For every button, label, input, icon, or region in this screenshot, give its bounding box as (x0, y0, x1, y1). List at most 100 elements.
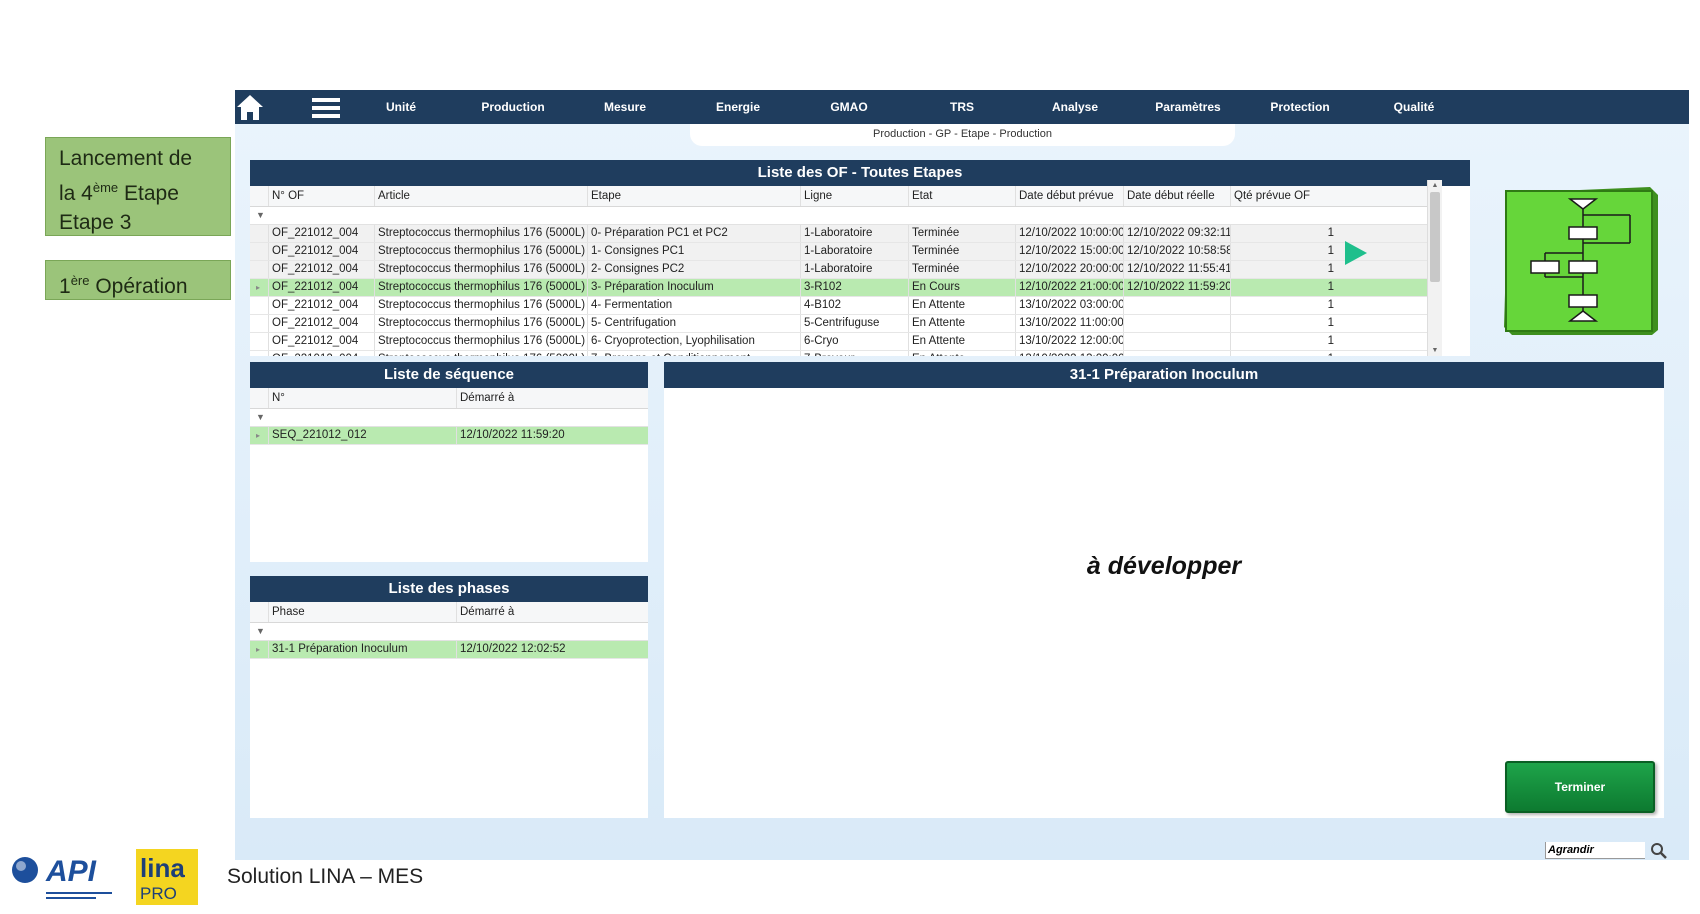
table-cell: 1- Consignes PC1 (587, 243, 800, 260)
table-cell: 3- Préparation Inoculum (587, 279, 800, 296)
nav-item-9[interactable]: Qualité (1394, 90, 1435, 124)
table-row[interactable]: ▸ SEQ_221012_012 12/10/2022 11:59:20 (250, 427, 648, 445)
table-row[interactable]: OF_221012_004Streptococcus thermophilus … (250, 315, 1440, 333)
phase-grid: Phase Démarré à ▼ ▸ 31-1 Préparation Inoculu… (250, 602, 648, 659)
table-cell: 1 (1230, 261, 1338, 278)
table-cell: 5-Centrifuguse (800, 315, 908, 332)
table-row[interactable]: ▸ OF_221012_004 Streptococcus thermophilus… (250, 279, 1440, 297)
seq_list-header-row: N° Démarré à (250, 388, 648, 409)
table-cell: OF_221012_004 (268, 297, 374, 314)
nav-item-2[interactable]: Mesure (604, 90, 646, 124)
column-header[interactable]: N° OF (268, 186, 374, 206)
table-cell: Streptococcus thermophilus 176 (5000L) .… (374, 315, 587, 332)
lina-logo-text: lina (140, 853, 185, 883)
column-header[interactable]: Etat (908, 186, 1015, 206)
table-cell: Streptococcus thermophilus 176 (5000L) .… (374, 243, 587, 260)
filter-icon[interactable]: ▼ (256, 412, 265, 422)
filter-icon[interactable]: ▼ (256, 210, 265, 220)
table-cell: Terminée (908, 225, 1015, 242)
table-cell: En Attente (908, 351, 1015, 356)
scroll-down-icon[interactable]: ▼ (1428, 345, 1442, 356)
scroll-thumb[interactable] (1430, 192, 1440, 282)
home-icon[interactable] (235, 92, 265, 122)
table-row[interactable]: OF_221012_004Streptococcus thermophilus … (250, 261, 1440, 279)
phase_list-header-row: Phase Démarré à (250, 602, 648, 623)
menu-icon[interactable] (312, 97, 340, 119)
table-cell: 12/10/2022 11:59:20 (456, 427, 648, 444)
sequence-list-title: Liste de séquence (250, 362, 648, 388)
phase-list-title: Liste des phases (250, 576, 648, 602)
table-cell: OF_221012_004 (268, 333, 374, 350)
table-cell (1123, 351, 1230, 356)
table-cell: 4- Fermentation (587, 297, 800, 314)
table-cell: 1-Laboratoire (800, 261, 908, 278)
table-cell: En Attente (908, 315, 1015, 332)
table-cell (1123, 315, 1230, 332)
nav-item-4[interactable]: GMAO (830, 90, 867, 124)
table-row[interactable]: OF_221012_004Streptococcus thermophilus … (250, 351, 1440, 356)
table-cell: 12/10/2022 21:00:00 (1015, 279, 1123, 296)
table-cell (1123, 333, 1230, 350)
nav-item-0[interactable]: Unité (386, 90, 416, 124)
scroll-up-icon[interactable]: ▲ (1428, 180, 1442, 191)
table-cell (1123, 297, 1230, 314)
nav-item-6[interactable]: Analyse (1052, 90, 1098, 124)
seq_list-filter-row[interactable]: ▼ (250, 409, 648, 427)
table-cell: 13/10/2022 13:00:00 (1015, 351, 1123, 356)
nav-item-7[interactable]: Paramètres (1155, 90, 1220, 124)
table-cell: En Cours (908, 279, 1015, 296)
table-cell: 0- Préparation PC1 et PC2 (587, 225, 800, 242)
table-cell: OF_221012_004 (268, 261, 374, 278)
table-row[interactable]: OF_221012_004Streptococcus thermophilus … (250, 243, 1440, 261)
column-header[interactable]: Date début prévue (1015, 186, 1123, 206)
agrandir-field[interactable]: Agrandir (1545, 842, 1645, 859)
of_list-filter-row[interactable]: ▼ (250, 207, 1440, 225)
sequence-list-panel: Liste de séquence N° Démarré à ▼ ▸ SEQ_22101… (250, 362, 648, 562)
filter-icon[interactable]: ▼ (256, 626, 265, 636)
column-header[interactable]: Qté prévue OF (1230, 186, 1338, 206)
column-header[interactable]: Date début réelle (1123, 186, 1230, 206)
column-header[interactable]: Phase (268, 602, 456, 622)
pro-logo-text: PRO (140, 884, 177, 903)
column-header[interactable]: Ligne (800, 186, 908, 206)
nav-item-8[interactable]: Protection (1270, 90, 1329, 124)
of-grid: N° OF Article Etape Ligne Etat Date début pré… (250, 186, 1440, 356)
phase_list-filter-row[interactable]: ▼ (250, 623, 648, 641)
phase-detail-panel: 31-1 Préparation Inoculum à développer (664, 362, 1664, 818)
column-header[interactable]: Démarré à (456, 388, 648, 408)
terminer-button[interactable]: Terminer (1505, 761, 1655, 813)
callout-launch-step: Lancement de la 4ème Etape Etape 3 (45, 137, 231, 236)
column-header[interactable]: N° (268, 388, 456, 408)
column-header[interactable]: Démarré à (456, 602, 648, 622)
search-icon[interactable] (1650, 842, 1668, 860)
mes-app-window: Unité Production Mesure Energie GMAO TRS Analy… (235, 90, 1689, 860)
table-cell: 4-B102 (800, 297, 908, 314)
table-cell: OF_221012_004 (268, 351, 374, 356)
table-row[interactable]: ▸ 31-1 Préparation Inoculum 12/10/2022 12:… (250, 641, 648, 659)
table-cell: Streptococcus thermophilus 176 (5000L) .… (374, 351, 587, 356)
table-row[interactable]: OF_221012_004Streptococcus thermophilus … (250, 333, 1440, 351)
table-cell: 12/10/2022 11:55:41 (1123, 261, 1230, 278)
sequence-diagram-icon[interactable] (1500, 185, 1660, 337)
of-list-scrollbar[interactable]: ▲ ▼ (1427, 180, 1442, 356)
lina-pro-logo: lina PRO (136, 849, 198, 905)
table-cell: OF_221012_004 (268, 315, 374, 332)
phase-list-panel: Liste des phases Phase Démarré à ▼ ▸ 31-1 Pr… (250, 576, 648, 818)
api-group-logo: API (12, 855, 112, 899)
table-cell: SEQ_221012_012 (268, 427, 456, 444)
play-icon[interactable] (1345, 241, 1367, 265)
column-header[interactable]: Article (374, 186, 587, 206)
column-header[interactable]: Etape (587, 186, 800, 206)
table-row[interactable]: OF_221012_004Streptococcus thermophilus … (250, 225, 1440, 243)
table-cell: 13/10/2022 03:00:00 (1015, 297, 1123, 314)
table-cell: 1 (1230, 333, 1338, 350)
table-cell: Streptococcus thermophilus 176 (5000L) .… (374, 279, 587, 296)
table-cell: En Attente (908, 333, 1015, 350)
nav-item-5[interactable]: TRS (950, 90, 974, 124)
table-cell: 1-Laboratoire (800, 225, 908, 242)
callout-line-3: Etape 3 (59, 211, 132, 234)
table-cell: Streptococcus thermophilus 176 (5000L) .… (374, 225, 587, 242)
table-row[interactable]: OF_221012_004Streptococcus thermophilus … (250, 297, 1440, 315)
nav-item-1[interactable]: Production (481, 90, 544, 124)
nav-item-3[interactable]: Energie (716, 90, 760, 124)
